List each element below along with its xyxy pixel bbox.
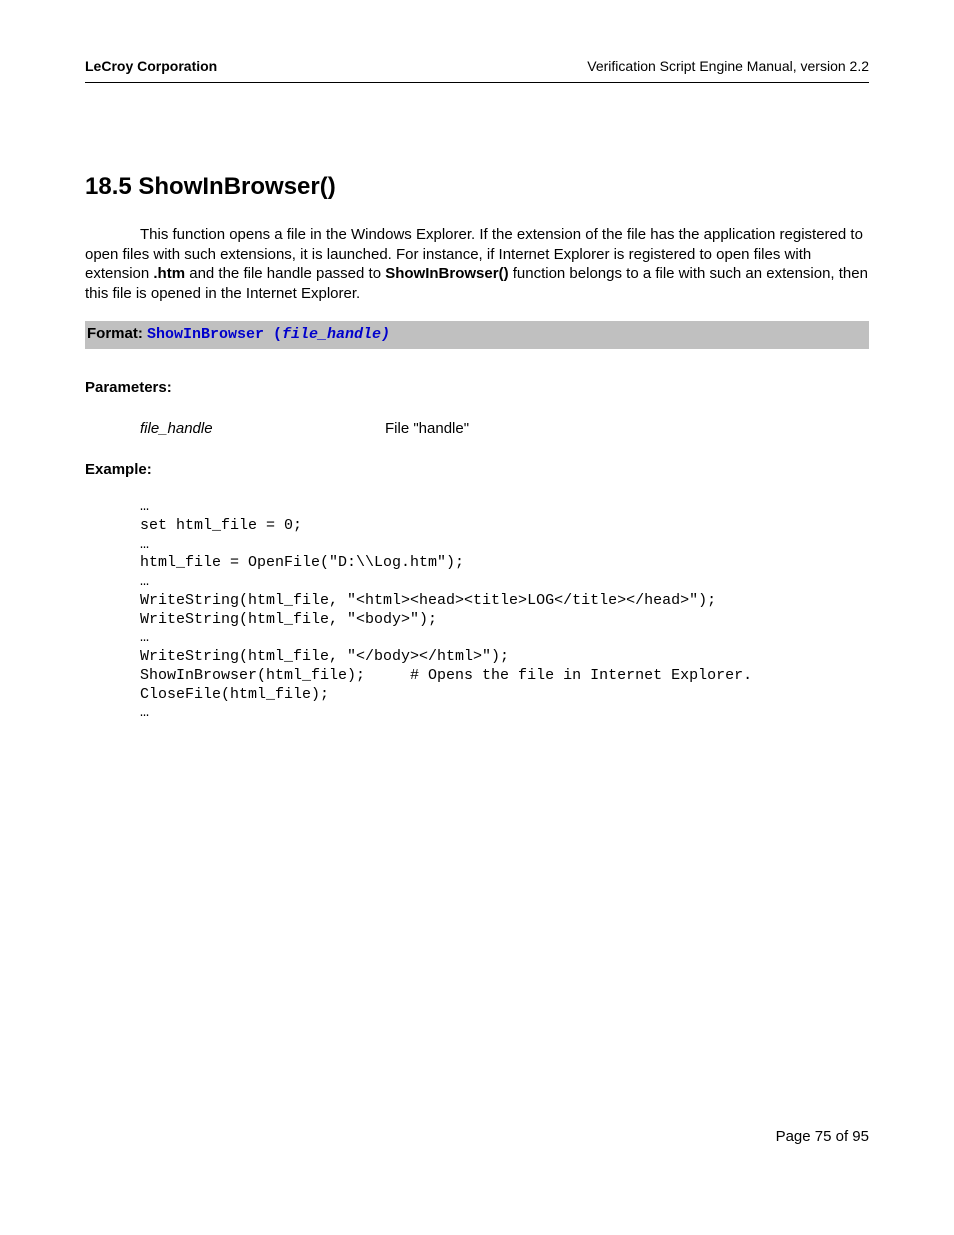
format-box: Format: ShowInBrowser (file_handle) xyxy=(85,321,869,349)
header-left: LeCroy Corporation xyxy=(85,58,217,74)
section-body: This function opens a file in the Window… xyxy=(85,225,869,303)
parameter-desc: File "handle" xyxy=(385,420,469,437)
format-arg: file_handle) xyxy=(282,326,390,343)
section-heading: 18.5 ShowInBrowser() xyxy=(85,173,869,201)
example-code: … set html_file = 0; … html_file = OpenF… xyxy=(140,498,869,723)
page-footer: Page 75 of 95 xyxy=(776,1128,869,1145)
example-heading: Example: xyxy=(85,461,869,478)
parameters-heading: Parameters: xyxy=(85,379,869,396)
page-header: LeCroy Corporation Verification Script E… xyxy=(85,58,869,74)
body-bold-fn: ShowInBrowser() xyxy=(385,265,508,282)
header-rule xyxy=(85,82,869,83)
body-bold-htm: .htm xyxy=(153,265,185,282)
format-code: ShowInBrowser ( xyxy=(147,326,282,343)
parameter-name: file_handle xyxy=(140,420,385,437)
header-right: Verification Script Engine Manual, versi… xyxy=(587,58,869,74)
format-label: Format: xyxy=(87,325,147,342)
parameter-row: file_handle File "handle" xyxy=(140,420,869,437)
body-mid: and the file handle passed to xyxy=(185,265,385,282)
